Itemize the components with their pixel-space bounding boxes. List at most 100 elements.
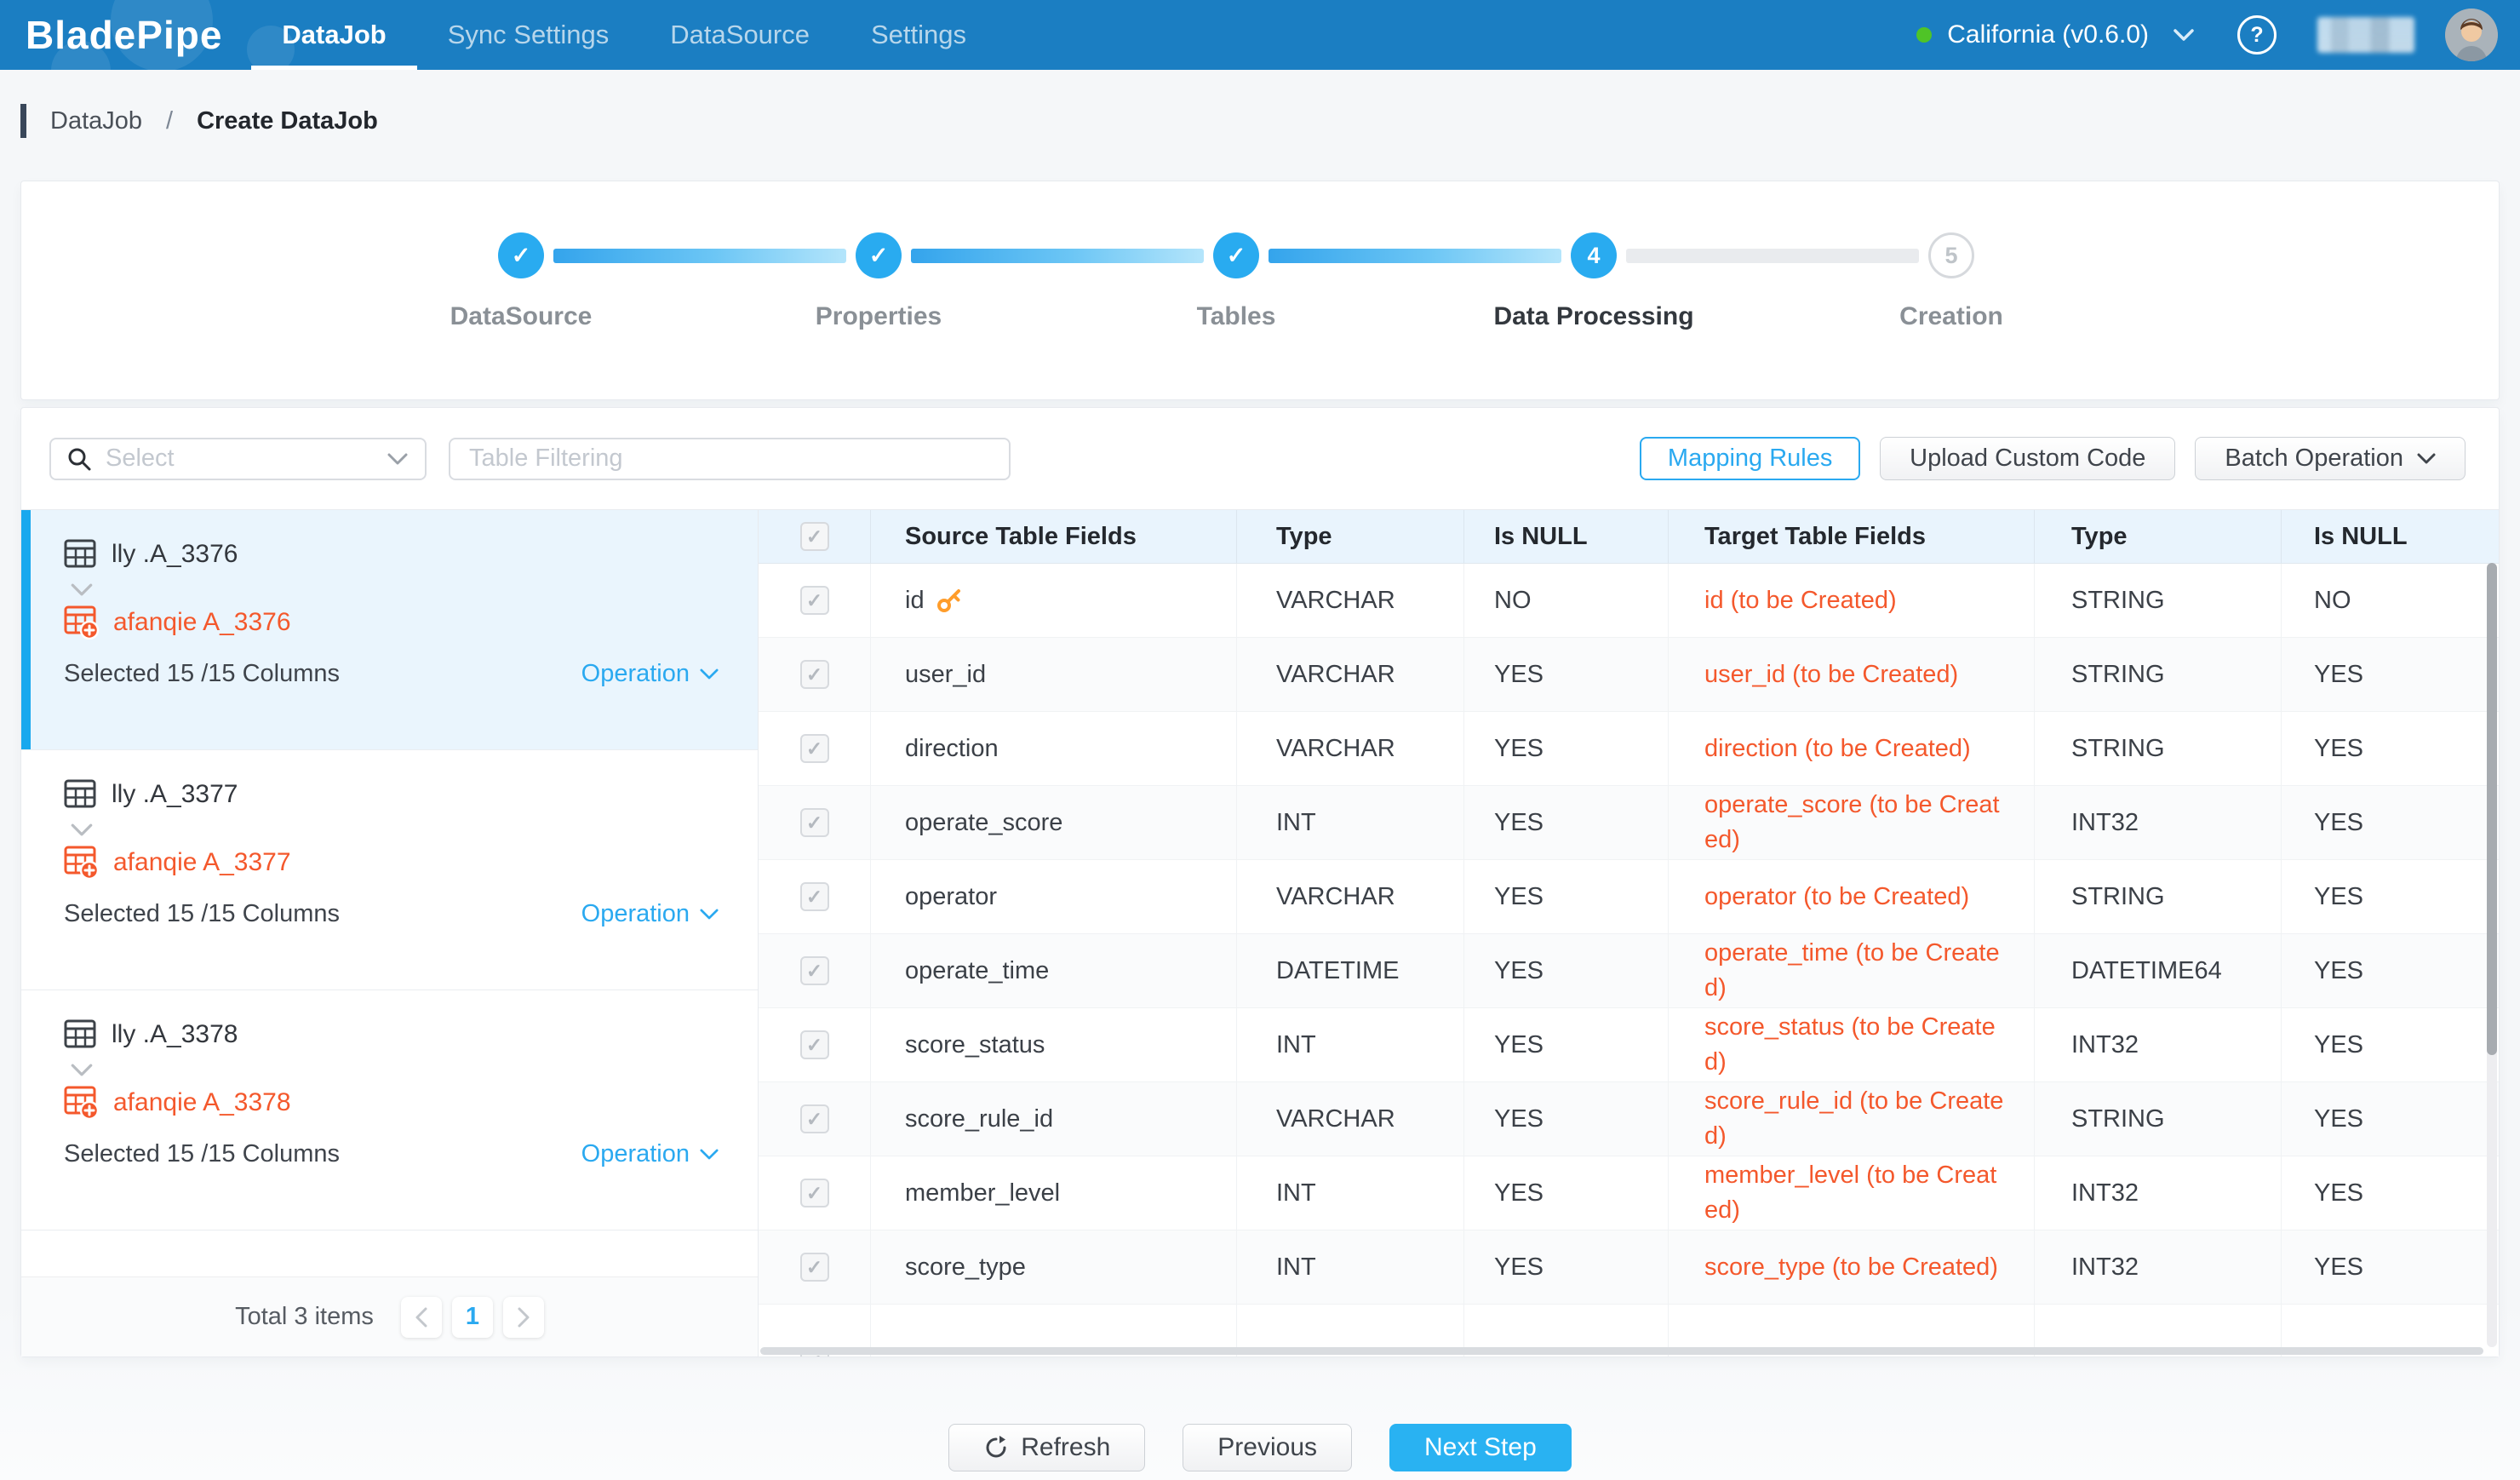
breadcrumb-parent[interactable]: DataJob bbox=[50, 107, 142, 135]
selected-columns-label: Selected 15 /15 Columns bbox=[64, 900, 340, 928]
source-field-name: score_status bbox=[905, 1031, 1045, 1059]
operation-label: Operation bbox=[581, 900, 690, 928]
select-all-checkbox[interactable]: ✓ bbox=[800, 522, 829, 551]
pagination-page-1[interactable]: 1 bbox=[452, 1297, 493, 1338]
previous-button[interactable]: Previous bbox=[1183, 1424, 1352, 1471]
table-add-icon bbox=[64, 605, 100, 640]
schema-select[interactable] bbox=[49, 438, 427, 480]
table-pair-item[interactable]: lly .A_3378afanqie A_3378Selected 15 /15… bbox=[21, 990, 758, 1230]
vertical-scrollbar-thumb[interactable] bbox=[2487, 563, 2497, 1055]
check-icon: ✓ bbox=[1227, 243, 1246, 269]
upload-custom-code-button[interactable]: Upload Custom Code bbox=[1880, 437, 2175, 480]
app-logo: BladePipe bbox=[26, 12, 222, 58]
row-checkbox[interactable]: ✓ bbox=[800, 808, 829, 837]
avatar[interactable] bbox=[2445, 9, 2498, 61]
target-table-row: afanqie A_3377 bbox=[64, 846, 719, 880]
stepper-card: ✓DataSource✓Properties✓Tables4Data Proce… bbox=[20, 181, 2500, 400]
row-checkbox[interactable]: ✓ bbox=[800, 1253, 829, 1282]
source-table-row: lly .A_3377 bbox=[64, 779, 719, 810]
operation-label: Operation bbox=[581, 1140, 690, 1168]
operation-link[interactable]: Operation bbox=[581, 1140, 719, 1168]
nav-item-datajob[interactable]: DataJob bbox=[251, 0, 416, 70]
pagination-prev-button[interactable] bbox=[401, 1297, 442, 1338]
mapping-rules-button[interactable]: Mapping Rules bbox=[1640, 437, 1860, 480]
next-step-button[interactable]: Next Step bbox=[1389, 1424, 1572, 1471]
select-input[interactable] bbox=[104, 444, 387, 473]
target-table-row: afanqie A_3376 bbox=[64, 605, 719, 640]
header-target-type: Type bbox=[2035, 510, 2282, 563]
table-pair-item[interactable]: lly .A_3377afanqie A_3377 Selected 15 /15… bbox=[21, 750, 758, 990]
status-dot-icon bbox=[1916, 27, 1932, 43]
row-checkbox[interactable]: ✓ bbox=[800, 586, 829, 615]
target-type-cell: STRING bbox=[2035, 860, 2282, 933]
table-pair-panel: lly .A_3376afanqie A_3376 Selected 15 /15… bbox=[21, 510, 759, 1357]
target-field-cell: direction (to be Created) bbox=[1669, 712, 2035, 785]
source-table-name: lly .A_3377 bbox=[112, 780, 238, 809]
source-table-row: lly .A_3376 bbox=[64, 539, 719, 570]
table-pair-meta: Selected 15 /15 ColumnsOperation bbox=[64, 660, 719, 688]
environment-selector[interactable] bbox=[2173, 28, 2195, 42]
nav-item-sync-settings[interactable]: Sync Settings bbox=[417, 0, 640, 70]
field-mapping-row: ✓idVARCHARNOid (to be Created)STRINGNO bbox=[759, 564, 2499, 638]
step-circle-3: ✓ bbox=[1213, 232, 1259, 278]
operation-link[interactable]: Operation bbox=[581, 900, 719, 928]
row-checkbox[interactable]: ✓ bbox=[800, 1104, 829, 1133]
row-checkbox[interactable]: ✓ bbox=[800, 882, 829, 911]
target-table-name: afanqie A_3377 bbox=[113, 848, 291, 877]
table-pair-item[interactable]: lly .A_3376afanqie A_3376 Selected 15 /15… bbox=[21, 510, 758, 750]
pagination-next-button[interactable] bbox=[503, 1297, 544, 1338]
refresh-button[interactable]: Refresh bbox=[948, 1424, 1145, 1471]
environment-label: California (v0.6.0) bbox=[1947, 20, 2149, 49]
nav-item-settings[interactable]: Settings bbox=[840, 0, 997, 70]
nav-item-datasource[interactable]: DataSource bbox=[639, 0, 840, 70]
horizontal-scrollbar[interactable] bbox=[760, 1347, 2483, 1355]
target-field-cell: member_level (to be Created) bbox=[1669, 1156, 2035, 1230]
header-target-null: Is NULL bbox=[2282, 510, 2499, 563]
checkbox-cell: ✓ bbox=[759, 786, 871, 859]
target-field-name: operate_score (to be Created) bbox=[1704, 788, 2005, 857]
step-circle-2: ✓ bbox=[856, 232, 902, 278]
target-null-cell: YES bbox=[2282, 1008, 2499, 1081]
target-null-cell: YES bbox=[2282, 934, 2499, 1007]
help-icon[interactable]: ? bbox=[2237, 15, 2277, 54]
field-mapping-row: ✓score_statusINTYESscore_status (to be C… bbox=[759, 1008, 2499, 1082]
source-field-name: operator bbox=[905, 883, 997, 911]
expand-chevron-icon[interactable] bbox=[71, 1060, 719, 1079]
table-filter-input[interactable] bbox=[467, 444, 992, 473]
row-checkbox[interactable]: ✓ bbox=[800, 956, 829, 985]
header-source-fields: Source Table Fields bbox=[871, 510, 1237, 563]
checkbox-cell: ✓ bbox=[759, 564, 871, 637]
row-checkbox[interactable]: ✓ bbox=[800, 660, 829, 689]
nav-item-label: DataSource bbox=[670, 20, 810, 50]
breadcrumb: DataJob / Create DataJob bbox=[20, 99, 378, 143]
target-field-cell: id (to be Created) bbox=[1669, 564, 2035, 637]
checkbox-cell: ✓ bbox=[759, 638, 871, 711]
row-checkbox[interactable]: ✓ bbox=[800, 734, 829, 763]
expand-chevron-icon[interactable] bbox=[71, 580, 719, 599]
target-field-cell: operate_time (to be Created) bbox=[1669, 934, 2035, 1007]
operation-link[interactable]: Operation bbox=[581, 660, 719, 688]
row-checkbox[interactable]: ✓ bbox=[800, 1179, 829, 1208]
source-field: member_level bbox=[905, 1179, 1060, 1208]
source-field-name: score_rule_id bbox=[905, 1105, 1053, 1133]
vertical-scrollbar[interactable] bbox=[2487, 563, 2497, 1347]
source-null-cell: NO bbox=[1464, 564, 1669, 637]
table-header-row: ✓ Source Table Fields Type Is NULL Targe… bbox=[759, 510, 2499, 564]
batch-operation-button[interactable]: Batch Operation bbox=[2195, 437, 2466, 480]
field-mapping-row: ✓operatorVARCHARYESoperator (to be Creat… bbox=[759, 860, 2499, 934]
source-type-cell: INT bbox=[1237, 1230, 1464, 1304]
source-null-cell: YES bbox=[1464, 712, 1669, 785]
target-field-name: direction (to be Created) bbox=[1704, 731, 1971, 766]
source-field-name: member_level bbox=[905, 1179, 1060, 1208]
step-connector bbox=[1269, 249, 1561, 263]
field-mapping-row: ✓operate_timeDATETIMEYESoperate_time (to… bbox=[759, 934, 2499, 1008]
source-field-cell: user_id bbox=[871, 638, 1237, 711]
field-mapping-row: ✓score_typeINTYESscore_type (to be Creat… bbox=[759, 1230, 2499, 1305]
table-filter-field[interactable] bbox=[449, 438, 1011, 480]
nav-item-label: DataJob bbox=[282, 20, 386, 50]
checkbox-cell: ✓ bbox=[759, 1082, 871, 1156]
step-connector bbox=[553, 249, 846, 263]
row-checkbox[interactable]: ✓ bbox=[800, 1030, 829, 1059]
source-field-name: id bbox=[905, 587, 925, 615]
expand-chevron-icon[interactable] bbox=[71, 820, 719, 839]
